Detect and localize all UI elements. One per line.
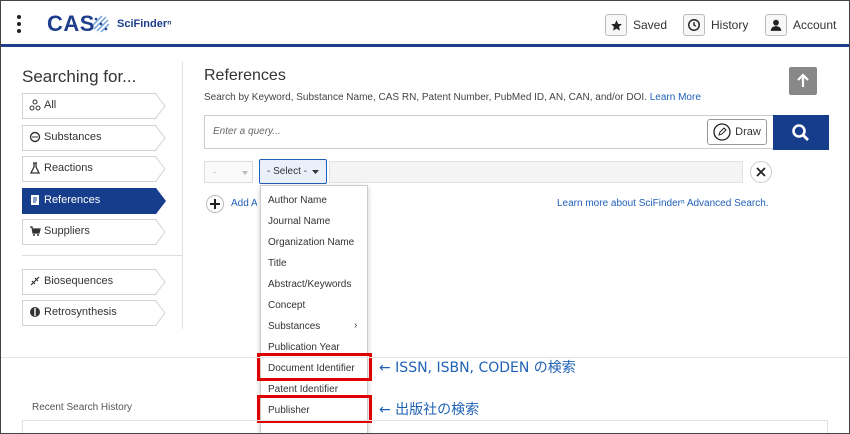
sidebar-separator [182, 61, 183, 329]
dna-icon [29, 275, 41, 288]
chevron-down-icon [242, 171, 248, 175]
add-field-button[interactable] [206, 195, 224, 213]
search-input[interactable]: Enter a query... [204, 115, 774, 149]
sidebar-item-label: Substances [44, 131, 102, 143]
sidebar-divider [22, 255, 182, 256]
sidebar-item-label: Reactions [44, 162, 93, 174]
document-icon [29, 194, 41, 207]
learn-more-link[interactable]: Learn More [650, 92, 701, 103]
search-description: Search by Keyword, Substance Name, CAS R… [204, 92, 701, 103]
add-field-label[interactable]: Add Advanced Search Field [231, 198, 257, 209]
sidebar-item-all[interactable]: All [22, 93, 166, 119]
recent-search-history-panel [22, 420, 828, 433]
annotation-document-identifier: ← ISSN, ISBN, CODEN の検索 [379, 360, 576, 376]
chevron-right-icon: › [354, 320, 358, 331]
account-button[interactable]: Account [765, 12, 836, 38]
sidebar-item-retrosynthesis[interactable]: Retrosynthesis [22, 300, 166, 326]
recent-search-history-title: Recent Search History [32, 402, 133, 413]
page-title: References [204, 67, 286, 84]
remove-field-button[interactable] [750, 161, 772, 183]
flask-icon [29, 162, 41, 175]
search-input-placeholder: Enter a query... [213, 126, 281, 137]
dropdown-option-patent-identifier[interactable]: Patent Identifier [268, 384, 338, 395]
dropdown-option-abstract-keywords[interactable]: Abstract/Keywords [268, 279, 351, 290]
sidebar-item-reactions[interactable]: Reactions [22, 156, 166, 182]
page-frame: CAS SciFinderⁿ Saved History Account Sea… [0, 0, 850, 434]
dropdown-option-title[interactable]: Title [268, 258, 287, 269]
search-description-text: Search by Keyword, Substance Name, CAS R… [204, 92, 647, 103]
account-label: Account [793, 18, 837, 32]
operator-select-value: - [213, 167, 216, 177]
draw-label: Draw [735, 126, 761, 138]
learn-advanced-search-link[interactable]: Learn more about SciFinderⁿ Advanced Sea… [557, 198, 769, 209]
operator-select[interactable]: - [204, 161, 253, 183]
cart-icon [29, 225, 41, 238]
plus-icon [210, 199, 220, 209]
star-icon [605, 14, 627, 36]
draw-button[interactable]: Draw [707, 119, 767, 145]
search-icon [792, 123, 809, 141]
close-icon [756, 167, 766, 177]
clock-icon [683, 14, 705, 36]
dropdown-option-organization-name[interactable]: Organization Name [268, 237, 354, 248]
sidebar-item-label: Biosequences [44, 275, 114, 287]
scroll-to-top-button[interactable] [789, 67, 817, 95]
saved-label: Saved [633, 18, 668, 32]
top-bar: CAS SciFinderⁿ Saved History Account [1, 1, 849, 47]
sidebar-item-substances[interactable]: Substances [22, 125, 166, 151]
arrow-up-icon [797, 73, 809, 87]
sidebar-item-biosequences[interactable]: Biosequences [22, 269, 166, 295]
saved-button[interactable]: Saved [605, 12, 667, 38]
sidebar-item-label: References [44, 194, 101, 206]
sidebar-item-label: All [44, 99, 57, 111]
dropdown-option-publication-year[interactable]: Publication Year [268, 342, 340, 353]
cas-logo[interactable]: CAS [47, 11, 95, 37]
field-select[interactable]: - Select - [259, 159, 327, 184]
cas-logo-mark-icon [92, 15, 110, 33]
pencil-icon [713, 123, 731, 141]
sidebar-item-suppliers[interactable]: Suppliers [22, 219, 166, 245]
field-value-input[interactable] [329, 161, 743, 183]
highlight-publisher [257, 395, 372, 423]
user-icon [765, 14, 787, 36]
sidebar-item-label: Suppliers [44, 225, 90, 237]
sidebar-item-references[interactable]: References [22, 188, 166, 214]
section-divider [1, 357, 849, 358]
kebab-menu-icon[interactable] [15, 15, 23, 33]
sidebar-title: Searching for... [22, 67, 137, 86]
dropdown-option-substances[interactable]: Substances [268, 321, 320, 332]
history-button[interactable]: History [683, 12, 748, 38]
retrosynthesis-icon [29, 306, 41, 319]
dropdown-option-journal-name[interactable]: Journal Name [268, 216, 330, 227]
sidebar-item-label: Retrosynthesis [44, 306, 117, 318]
field-select-value: - Select - [267, 166, 308, 177]
history-label: History [711, 18, 749, 32]
substance-icon [29, 131, 41, 144]
chevron-down-icon [312, 169, 320, 174]
dropdown-option-author-name[interactable]: Author Name [268, 195, 327, 206]
dropdown-option-concept[interactable]: Concept [268, 300, 305, 311]
annotation-publisher: ← 出版社の検索 [379, 402, 480, 418]
search-button[interactable] [773, 115, 829, 150]
scifinder-logo-text: SciFinderⁿ [117, 18, 172, 30]
atom-icon [29, 99, 41, 112]
